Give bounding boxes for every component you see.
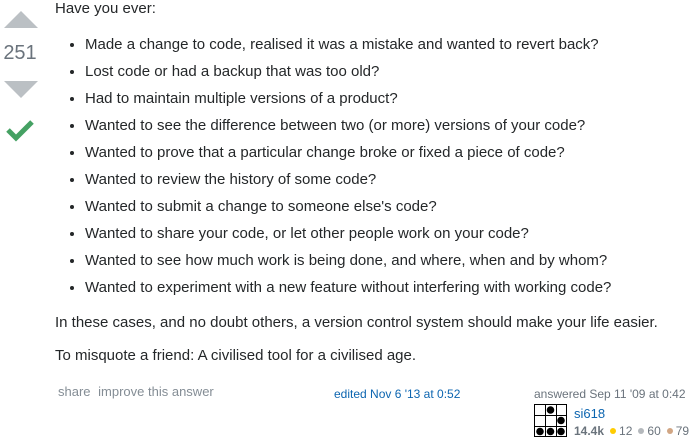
list-item: Wanted to experiment with a new feature … [85,278,611,305]
list-item: Had to maintain multiple versions of a p… [85,89,611,116]
post-menu: share improve this answer [58,384,218,399]
answer-paragraph: To misquote a friend: A civilised tool f… [55,347,417,364]
gold-badge-icon [610,428,617,435]
list-item: Wanted to see the difference between two… [85,116,611,143]
user-name-link[interactable]: si618 [574,406,605,421]
share-link[interactable]: share [58,384,91,399]
user-avatar-icon[interactable] [534,404,567,437]
downvote-arrow-icon[interactable] [4,81,38,98]
list-item: Wanted to share your code, or let other … [85,224,611,251]
silver-badge-count: 60 [647,424,661,438]
list-item: Wanted to review the history of some cod… [85,170,611,197]
reputation-score: 14.4k [574,424,605,438]
vote-count: 251 [3,42,37,64]
list-item: Wanted to see how much work is being don… [85,251,611,278]
user-stats: 14.4k 12 60 79 [574,424,689,438]
answer-paragraph: In these cases, and no doubt others, a v… [55,314,658,331]
edited-link[interactable]: edited Nov 6 '13 at 0:52 [334,387,460,401]
improve-answer-link[interactable]: improve this answer [98,384,214,399]
list-item: Wanted to submit a change to someone els… [85,197,611,224]
list-item: Wanted to prove that a particular change… [85,143,611,170]
bronze-badge-count: 79 [675,424,690,438]
bronze-badge-icon [666,428,673,435]
answer-intro: Have you ever: [55,0,156,17]
upvote-arrow-icon[interactable] [4,11,38,28]
accepted-checkmark-icon [6,120,34,142]
answered-timestamp: answered Sep 11 '09 at 0:42 [534,387,686,401]
gold-badge-count: 12 [619,424,633,438]
list-item: Lost code or had a backup that was too o… [85,62,611,89]
reasons-list: Made a change to code, realised it was a… [67,35,611,305]
silver-badge-icon [638,428,645,435]
list-item: Made a change to code, realised it was a… [85,35,611,62]
